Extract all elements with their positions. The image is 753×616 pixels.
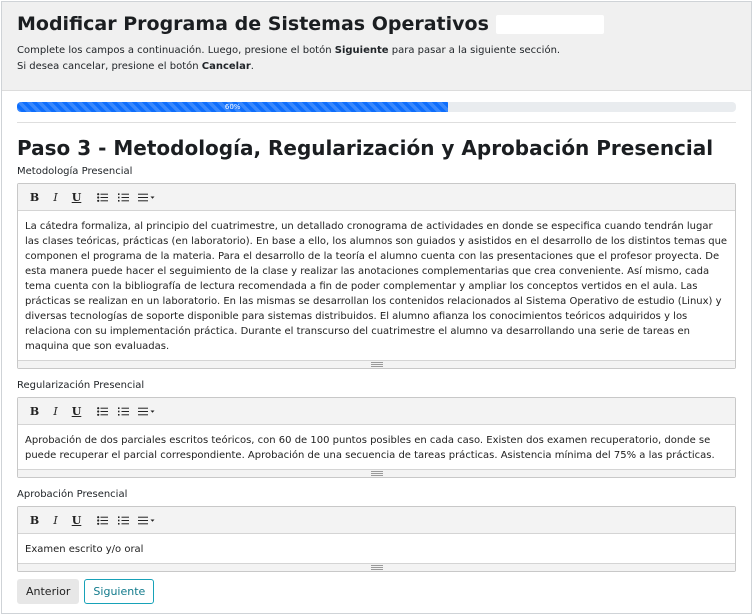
bullet-list-icon[interactable] — [92, 401, 113, 422]
align-dropdown-icon[interactable] — [134, 401, 160, 422]
italic-button[interactable]: I — [45, 510, 66, 531]
align-dropdown-icon[interactable] — [134, 187, 160, 208]
bullet-list-icon[interactable] — [92, 510, 113, 531]
resize-handle[interactable] — [18, 563, 735, 571]
aprobacion-editor: B I U Examen escrito y/o oral — [17, 506, 736, 572]
numbered-list-icon[interactable] — [113, 187, 134, 208]
bold-button[interactable]: B — [24, 401, 45, 422]
editor-toolbar: B I U — [18, 507, 735, 534]
divider — [17, 122, 736, 123]
italic-button[interactable]: I — [45, 401, 66, 422]
page-title: Modificar Programa de Sistemas Operativo… — [17, 11, 736, 37]
bold-button[interactable]: B — [24, 510, 45, 531]
aprobacion-label: Aprobación Presencial — [17, 489, 128, 500]
back-button[interactable]: Anterior — [17, 579, 80, 604]
underline-button[interactable]: U — [66, 401, 87, 422]
italic-button[interactable]: I — [45, 187, 66, 208]
numbered-list-icon[interactable] — [113, 401, 134, 422]
numbered-list-icon[interactable] — [113, 510, 134, 531]
progress-fill: 60% — [17, 102, 449, 112]
form-actions: Anterior Siguiente — [17, 579, 736, 604]
regularizacion-label: Regularización Presencial — [17, 380, 145, 391]
grip-icon — [370, 565, 383, 570]
resize-handle[interactable] — [18, 360, 735, 368]
align-dropdown-icon[interactable] — [134, 510, 160, 531]
editor-toolbar: B I U — [18, 184, 735, 211]
underline-button[interactable]: U — [66, 187, 87, 208]
page-header: Modificar Programa de Sistemas Operativo… — [2, 2, 751, 91]
next-button[interactable]: Siguiente — [84, 579, 155, 604]
page-title-text: Modificar Programa de Sistemas Operativo… — [17, 13, 489, 35]
metodologia-editor: B I U La cátedra formaliza, al principio… — [17, 183, 736, 369]
instructions-line-1: Complete los campos a continuación. Lueg… — [17, 43, 736, 59]
editor-toolbar: B I U — [18, 398, 735, 425]
metodologia-label: Metodología Presencial — [17, 166, 133, 177]
resize-handle[interactable] — [18, 469, 735, 477]
bold-button[interactable]: B — [24, 187, 45, 208]
instructions-text: para pasar a la siguiente sección. — [388, 45, 561, 56]
regularizacion-textarea[interactable]: Aprobación de dos parciales escritos teó… — [18, 425, 735, 469]
progress-bar: 60% — [17, 102, 736, 112]
underline-button[interactable]: U — [66, 510, 87, 531]
instructions-cancel-keyword: Cancelar — [201, 61, 251, 72]
instructions-line-2: Si desea cancelar, presione el botón Can… — [17, 59, 736, 75]
instructions-next-keyword: Siguiente — [334, 45, 389, 56]
step-title: Paso 3 - Metodología, Regularización y A… — [17, 136, 714, 160]
title-redacted-block — [495, 14, 604, 34]
regularizacion-editor: B I U Aprobación de dos parciales escrit… — [17, 397, 736, 478]
page: Modificar Programa de Sistemas Operativo… — [1, 1, 752, 614]
aprobacion-textarea[interactable]: Examen escrito y/o oral — [18, 534, 735, 563]
grip-icon — [370, 471, 383, 476]
instructions-text: Complete los campos a continuación. Lueg… — [17, 45, 335, 56]
grip-icon — [370, 362, 383, 367]
instructions-text: Si desea cancelar, presione el botón — [17, 61, 202, 72]
metodologia-textarea[interactable]: La cátedra formaliza, al principio del c… — [18, 211, 735, 360]
bullet-list-icon[interactable] — [92, 187, 113, 208]
instructions-text: . — [250, 61, 254, 72]
